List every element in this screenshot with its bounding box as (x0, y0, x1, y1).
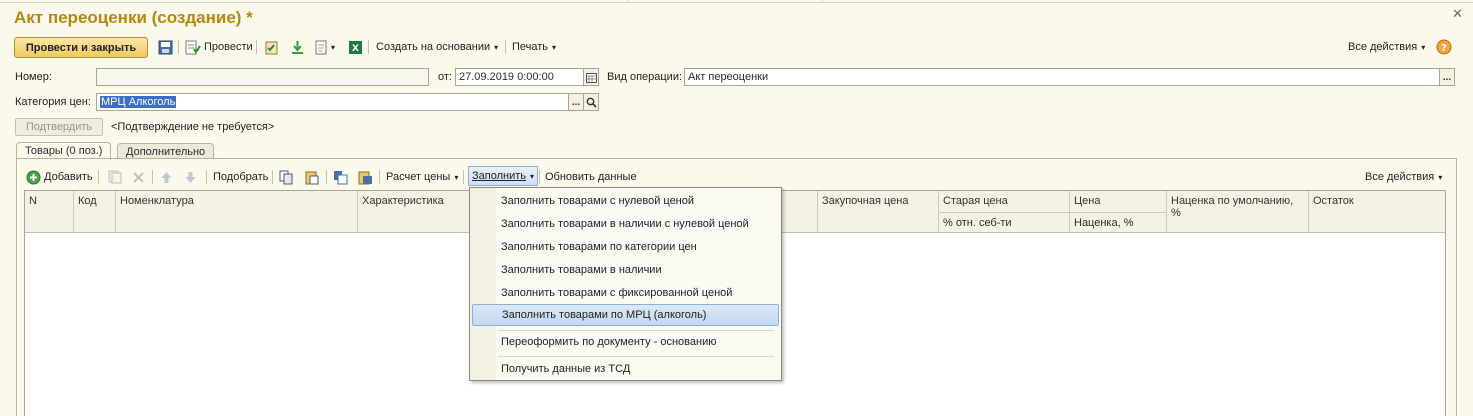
col-old-price-label: Старая цена (943, 195, 1008, 207)
add-label: Добавить (44, 171, 93, 183)
price-category-field[interactable]: МРЦ Алкоголь (96, 93, 569, 111)
price-calc-button[interactable]: Расчет цены ▾ (386, 167, 458, 187)
print-label: Печать (512, 41, 549, 53)
all-actions-button[interactable]: Все действия ▾ (1348, 37, 1425, 57)
calendar-icon[interactable] (583, 68, 599, 86)
col-remainder[interactable]: Остаток (1309, 191, 1446, 233)
post-label: Провести (204, 41, 253, 53)
fill-label: Заполнить (472, 170, 527, 182)
col-price-label: Цена (1074, 195, 1101, 207)
chevron-down-icon: ▾ (552, 42, 557, 52)
menu-item-fill-mrp-alcohol[interactable]: Заполнить товарами по МРЦ (алкоголь) (472, 304, 779, 326)
move-up-icon[interactable] (160, 167, 173, 187)
delete-icon[interactable] (132, 167, 145, 187)
col-purchase-price[interactable]: Закупочная цена (818, 191, 939, 233)
copy-row-icon[interactable] (108, 167, 122, 187)
paste-icon[interactable] (304, 167, 319, 187)
window-top-border (0, 0, 1473, 3)
col-price-sub[interactable]: Наценка, % (1070, 212, 1167, 233)
menu-item-fill-by-price-category[interactable]: Заполнить товарами по категории цен (470, 236, 781, 258)
plus-icon (26, 170, 41, 184)
chevron-down-icon: ▾ (494, 42, 499, 52)
document-icon (315, 40, 327, 54)
price-category-value: МРЦ Алкоголь (100, 96, 177, 108)
post-button[interactable]: Провести (185, 37, 253, 57)
chevron-down-icon: ▾ (1421, 42, 1426, 52)
add-button[interactable]: Добавить (26, 167, 93, 187)
pick-button[interactable]: Подобрать (213, 167, 268, 187)
price-category-select-button[interactable]: ... (568, 93, 584, 111)
all-actions-label: Все действия (1348, 41, 1418, 53)
help-icon[interactable]: ? (1436, 37, 1452, 57)
menu-separator (498, 356, 774, 357)
chevron-down-icon: ▾ (454, 172, 459, 182)
chevron-down-icon: ▾ (331, 42, 336, 52)
operation-select-button[interactable]: ... (1439, 68, 1455, 86)
clipboard-check-icon[interactable] (264, 37, 279, 57)
col-old-price-sub[interactable]: % отн. себ-ти (939, 212, 1070, 233)
menu-item-get-tsd-data[interactable]: Получить данные из ТСД (470, 358, 781, 380)
number-label: Номер: (15, 71, 52, 83)
chevron-down-icon: ▾ (530, 171, 535, 181)
copy-icon[interactable] (279, 167, 294, 187)
operation-label: Вид операции: (607, 71, 683, 83)
price-category-label: Категория цен: (15, 96, 91, 108)
menu-item-reissue-by-base-document[interactable]: Переоформить по документу - основанию (470, 331, 781, 353)
menu-item-fill-in-stock[interactable]: Заполнить товарами в наличии (470, 259, 781, 281)
col-code[interactable]: Код (74, 191, 116, 233)
date-label: от: (438, 71, 452, 83)
menu-item-fill-fixed-price[interactable]: Заполнить товарами с фиксированной ценой (470, 282, 781, 304)
post-and-close-button[interactable]: Провести и закрыть (14, 37, 148, 58)
paste-documents-icon[interactable] (358, 167, 373, 187)
print-preview-dropdown[interactable]: ▾ (314, 37, 335, 57)
download-icon[interactable] (290, 37, 305, 57)
table-toolbar: Добавить Подобрать Расчет цены ▾ Заполни… (26, 166, 1446, 187)
save-icon[interactable] (158, 37, 173, 57)
col-nomenclature[interactable]: Номенклатура (116, 191, 358, 233)
main-toolbar: Провести и закрыть Провести ▾ X Создать … (14, 37, 1459, 58)
fill-dropdown-menu: Заполнить товарами с нулевой ценой Запол… (469, 187, 782, 381)
operation-field[interactable]: Акт переоценки (684, 68, 1440, 86)
confirm-status: <Подтверждение не требуется> (111, 121, 275, 133)
close-icon[interactable]: ✕ (1452, 6, 1463, 22)
post-icon (185, 40, 201, 54)
table-all-actions-button[interactable]: Все действия ▾ (1365, 167, 1442, 187)
create-based-label: Создать на основании (376, 41, 491, 53)
excel-icon[interactable]: X (348, 37, 363, 57)
create-based-button[interactable]: Создать на основании ▾ (376, 37, 498, 57)
price-calc-label: Расчет цены (386, 171, 451, 183)
confirm-button[interactable]: Подтвердить (15, 118, 103, 136)
col-default-markup[interactable]: Наценка по умолчанию, % (1167, 191, 1309, 233)
col-n[interactable]: N (25, 191, 74, 233)
fill-button[interactable]: Заполнить ▾ (468, 166, 539, 186)
copy-documents-icon[interactable] (333, 167, 348, 187)
svg-text:?: ? (1441, 43, 1447, 54)
chevron-down-icon: ▾ (1438, 172, 1443, 182)
date-field[interactable]: 27.09.2019 0:00:00 (455, 68, 584, 86)
menu-item-fill-in-stock-zero-price[interactable]: Заполнить товарами в наличии с нулевой ц… (470, 213, 781, 235)
number-field[interactable] (96, 68, 429, 86)
print-button[interactable]: Печать ▾ (512, 37, 556, 57)
move-down-icon[interactable] (184, 167, 197, 187)
refresh-data-button[interactable]: Обновить данные (545, 167, 637, 187)
menu-item-fill-zero-price[interactable]: Заполнить товарами с нулевой ценой (470, 190, 781, 212)
svg-text:X: X (352, 44, 359, 54)
page-title: Акт переоценки (создание) * (14, 8, 253, 27)
table-all-actions-label: Все действия (1365, 171, 1435, 183)
search-icon[interactable] (583, 93, 599, 111)
